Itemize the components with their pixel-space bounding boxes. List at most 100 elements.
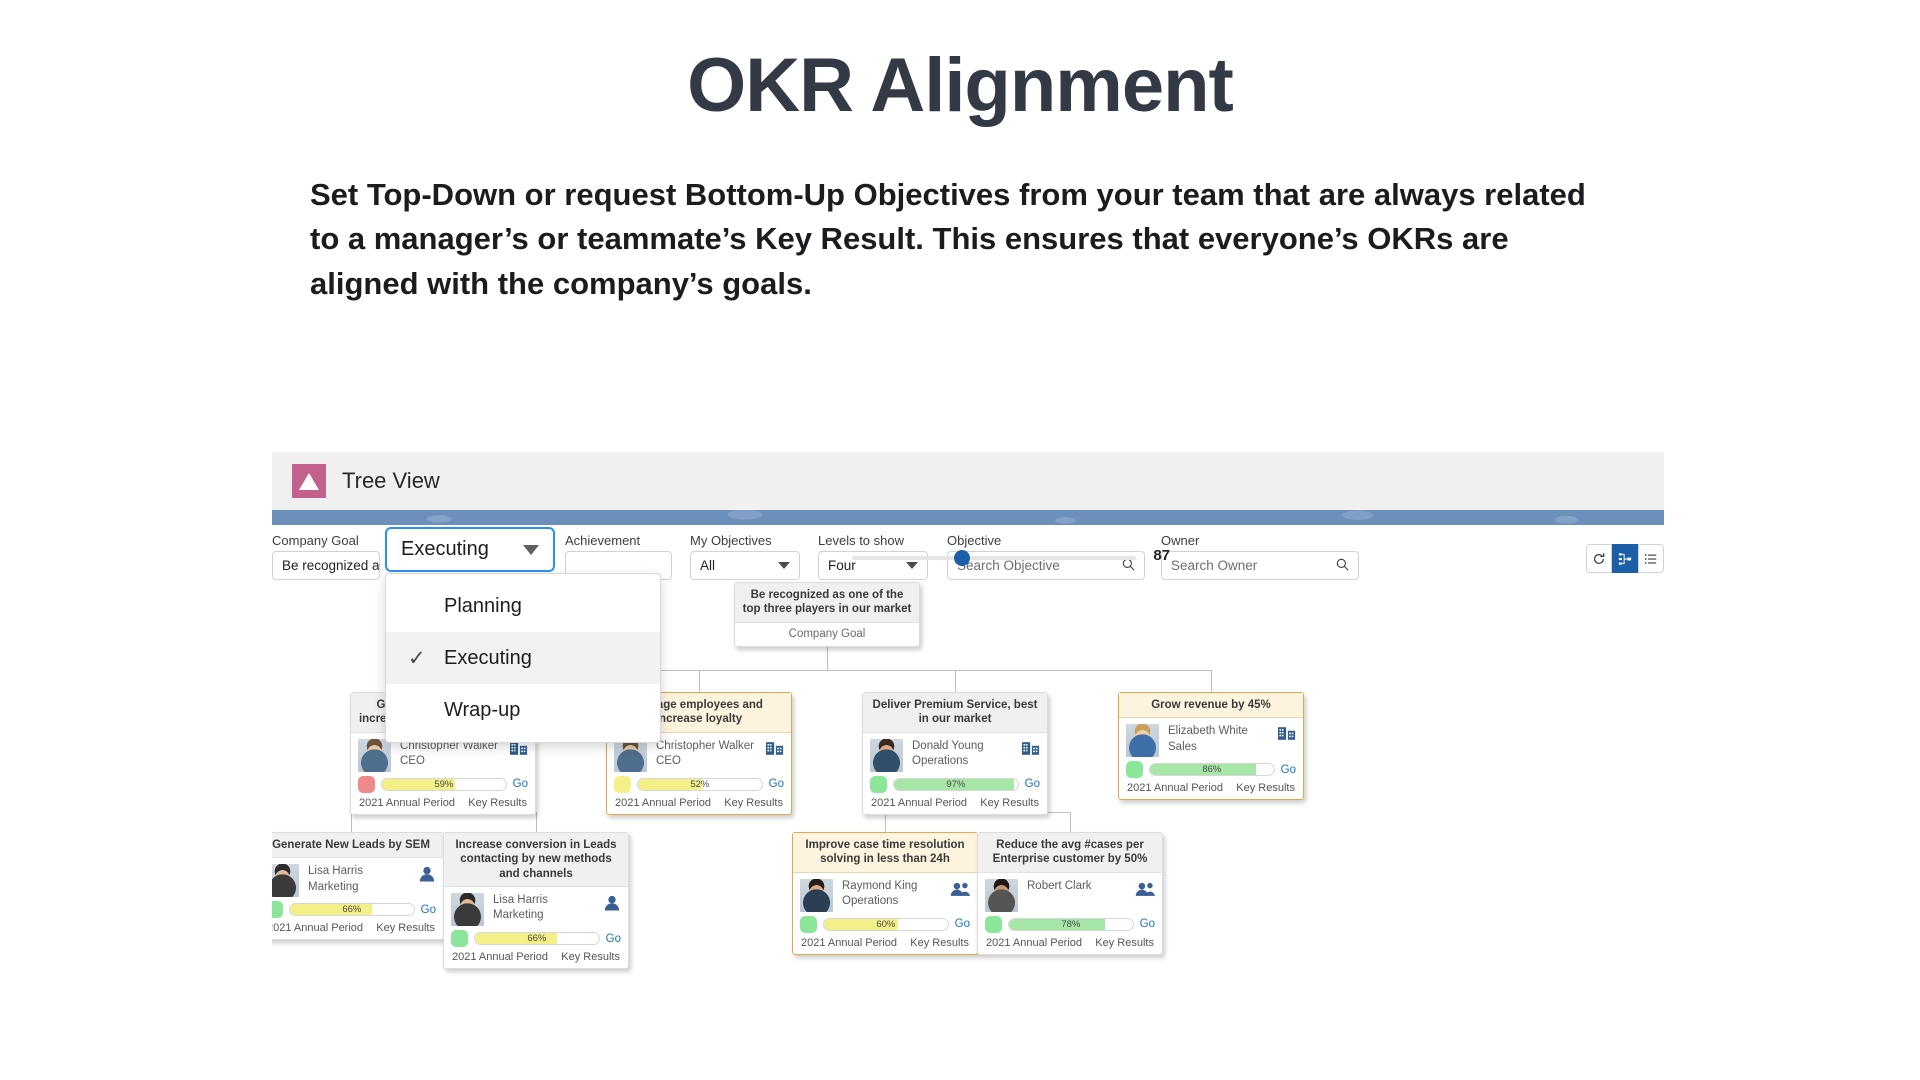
tree-view-button[interactable] [1612,544,1638,573]
status-dropdown-menu: Planning ✓ Executing Wrap-up [385,573,661,743]
status-option-label: Executing [444,646,532,669]
view-toolbar [1586,544,1664,573]
tree-connector [1070,812,1071,832]
slider-track [852,556,1136,560]
owner-role: CEO [656,754,681,767]
owner-role: Marketing [493,909,544,922]
team-icon [1135,881,1155,902]
card-footer: 2021 Annual Period Key Results [607,796,791,814]
root-node-subtitle: Company Goal [788,627,866,640]
company-icon [766,741,784,761]
card-owner-row: Robert Clark [978,873,1162,912]
tree-connector [351,812,352,832]
card-progress-row: 66% Go [272,897,443,921]
status-select[interactable]: Executing [385,527,555,572]
key-results-link[interactable]: Key Results [1236,782,1295,794]
go-link[interactable]: Go [1025,778,1040,790]
progress-value: 60% [876,918,896,930]
status-option-wrap-up[interactable]: Wrap-up [386,684,660,736]
key-results-link[interactable]: Key Results [910,937,969,949]
tree-node-root[interactable]: Be recognized as one of the top three pl… [734,582,920,647]
list-view-button[interactable] [1638,544,1664,573]
go-link[interactable]: Go [955,918,970,930]
owner-role: Sales [1168,740,1197,753]
card-footer: 2021 Annual Period Key Results [1119,781,1303,799]
list-icon [1644,553,1657,564]
key-results-link[interactable]: Key Results [468,797,527,809]
card-footer: 2021 Annual Period Key Results [793,936,977,954]
my-objectives-select[interactable]: All [690,551,800,580]
company-icon [510,741,528,761]
owner-name: Donald Young [912,739,984,752]
tree-connector [1211,670,1212,692]
go-link[interactable]: Go [513,778,528,790]
root-node-title: Be recognized as one of the top three pl… [735,583,919,623]
card-owner-row: Elizabeth White Sales [1119,718,1303,758]
status-option-executing[interactable]: ✓ Executing [386,632,660,684]
tree-node-card[interactable]: Increase conversion in Leads contacting … [443,832,629,970]
progress-bar: 60% [823,917,949,931]
check-icon: ✓ [408,646,426,670]
progress-value: 78% [1061,918,1081,930]
owner-role: Marketing [308,880,359,893]
status-option-planning[interactable]: Planning [386,580,660,632]
card-title: Increase conversion in Leads contacting … [444,833,628,888]
refresh-button[interactable] [1586,544,1612,573]
refresh-icon [1594,552,1605,564]
progress-bar: 52% [637,777,763,791]
status-badge [451,930,468,948]
search-icon [1336,558,1349,574]
status-badge [800,915,817,933]
go-link[interactable]: Go [1140,918,1155,930]
card-title: Deliver Premium Service, best in our mar… [863,693,1047,733]
filter-my-objectives: My Objectives All [690,533,800,580]
tree-node-card[interactable]: Reduce the avg #cases per Enterprise cus… [977,832,1163,955]
progress-value: 66% [527,933,547,945]
card-footer: 2021 Annual Period Key Results [351,796,535,814]
company-goal-input[interactable]: Be recognized as one of t [272,551,380,580]
period-label: 2021 Annual Period [615,796,712,809]
my-objectives-label: My Objectives [690,533,772,548]
card-footer: 2021 Annual Period Key Results [863,796,1047,814]
progress-value: 59% [434,778,454,790]
card-progress-row: 66% Go [444,926,628,950]
slider-value: 87 [1153,547,1170,564]
card-title: Reduce the avg #cases per Enterprise cus… [978,833,1162,873]
tree-connector [955,670,956,692]
tree-node-card[interactable]: Grow revenue by 45% Elizabeth White Sales 8… [1118,692,1304,801]
status-badge [614,775,631,793]
go-link[interactable]: Go [1281,764,1296,776]
go-link[interactable]: Go [606,933,621,945]
slider-knob[interactable] [954,550,970,566]
status-option-label: Planning [444,594,522,617]
tree-node-card[interactable]: Improve case time resolution solving in … [792,832,978,955]
key-results-link[interactable]: Key Results [376,922,435,934]
progress-bar: 86% [1149,763,1275,777]
key-results-link[interactable]: Key Results [1095,937,1154,949]
owner-name: Robert Clark [1027,879,1092,892]
card-title: Grow revenue by 45% [1119,693,1303,719]
key-results-link[interactable]: Key Results [561,951,620,963]
go-link[interactable]: Go [421,904,436,916]
key-results-link[interactable]: Key Results [724,797,783,809]
my-objectives-value: All [700,558,716,573]
key-results-link[interactable]: Key Results [980,797,1039,809]
progress-value: 97% [946,778,966,790]
status-badge [1126,761,1143,779]
avatar [614,738,647,772]
owner-name: Raymond King [842,879,918,892]
tree-node-card[interactable]: Generate New Leads by SEM Lisa Harris Mark… [272,832,444,941]
period-label: 2021 Annual Period [272,922,364,935]
go-link[interactable]: Go [769,778,784,790]
avatar [1126,724,1159,758]
status-badge [985,915,1002,933]
achievement-slider[interactable]: 87 [852,547,1170,566]
objective-label: Objective [947,533,1002,548]
page-title: OKR Alignment [687,43,1234,128]
card-owner-row: Donald Young Operations [863,733,1047,772]
owner-search-field[interactable]: Search Owner [1161,551,1359,580]
owner-role: CEO [400,754,425,767]
status-select-value: Executing [401,538,489,560]
tree-node-card[interactable]: Deliver Premium Service, best in our mar… [862,692,1048,815]
status-badge [358,775,375,793]
